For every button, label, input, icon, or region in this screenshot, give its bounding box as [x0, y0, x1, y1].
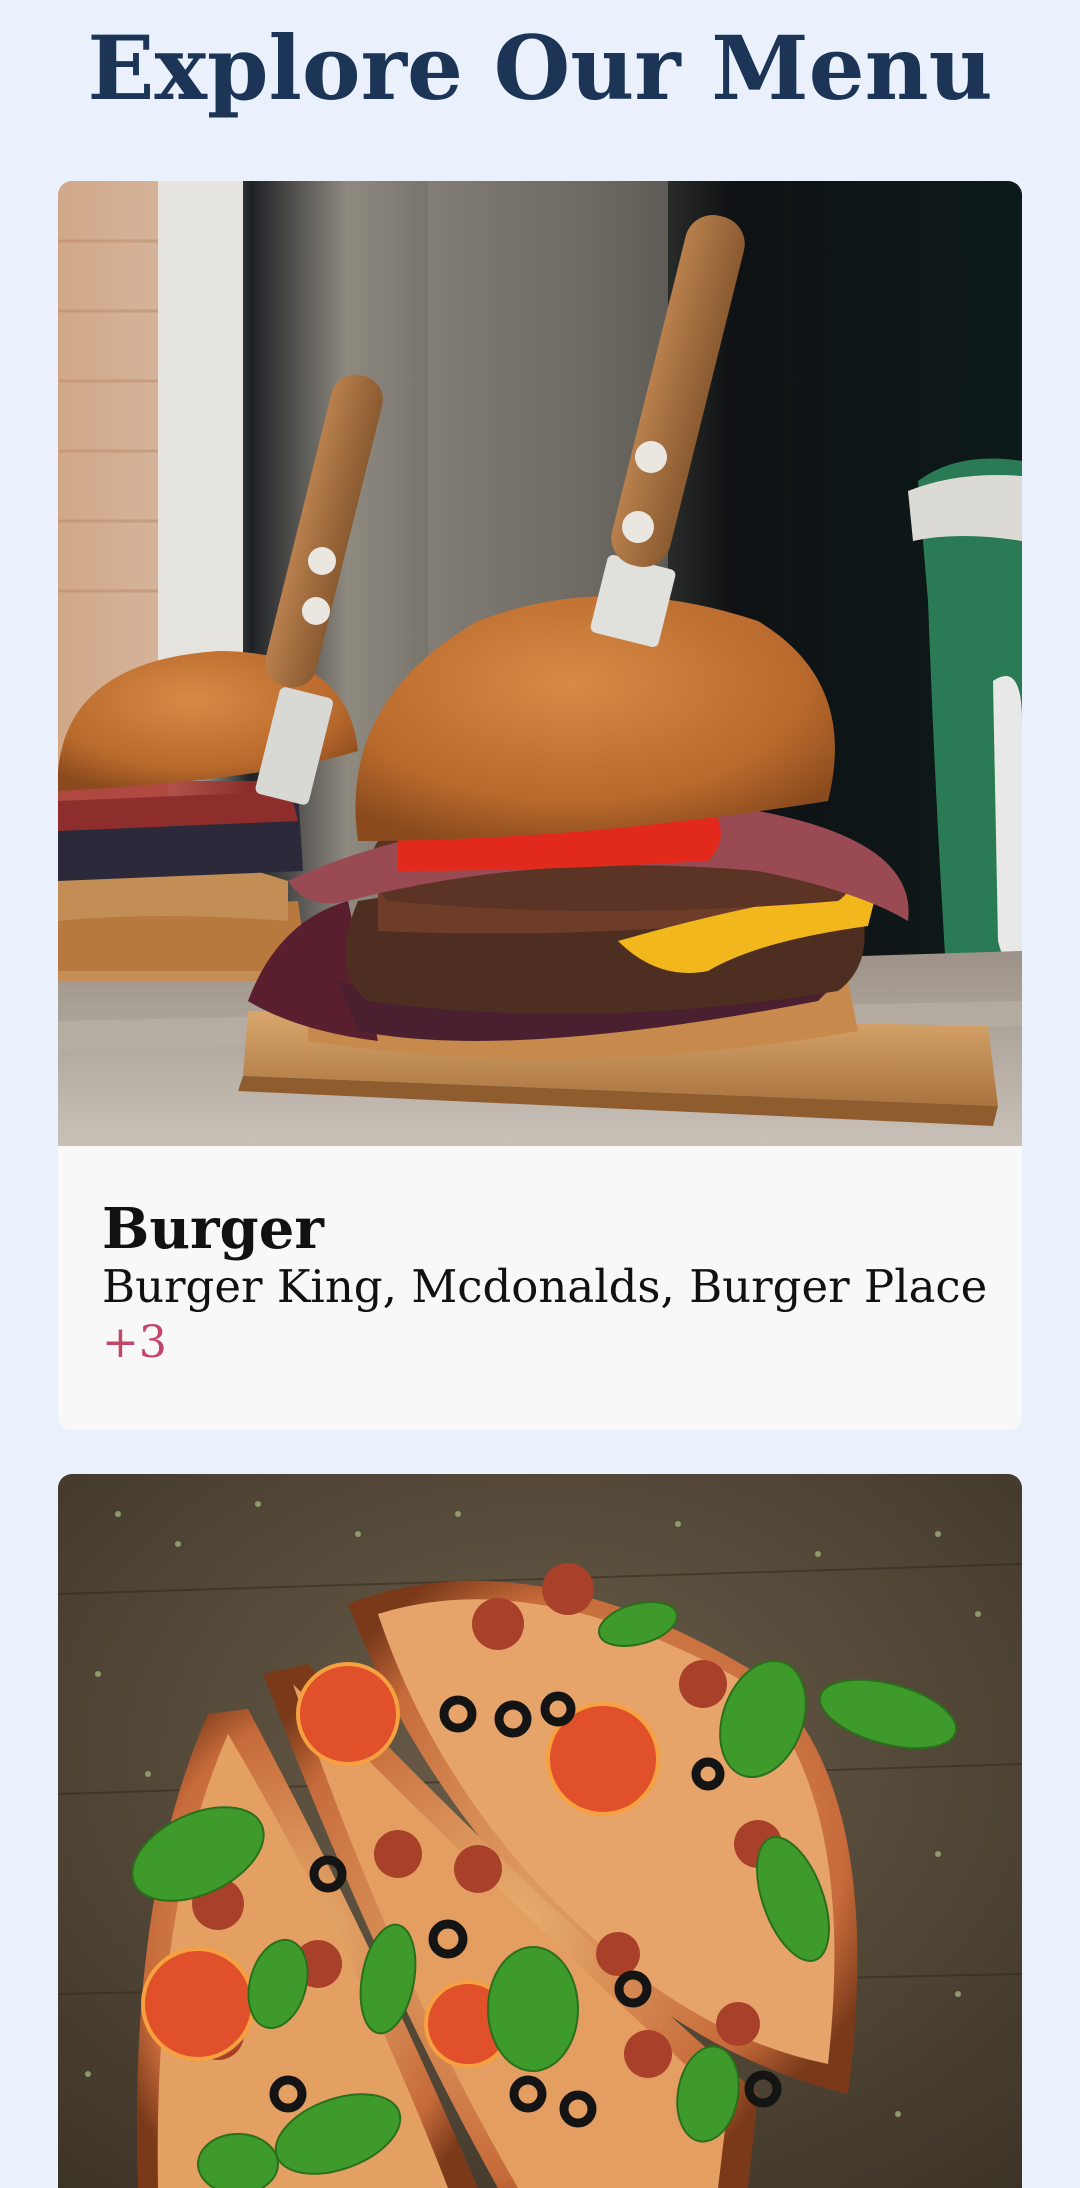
card-title: Burger [102, 1196, 324, 1262]
card-places: Burger King, Mcdonalds, Burger Place [102, 1260, 988, 1313]
menu-card-burger[interactable]: Burger Burger King, Mcdonalds, Burger Pl… [58, 181, 1022, 1430]
more-places-count[interactable]: +3 [102, 1314, 167, 1372]
burger-photo [58, 181, 1022, 1146]
pizza-photo [58, 1474, 1022, 2188]
menu-card-pizza[interactable] [58, 1474, 1022, 2188]
card-body: Burger Burger King, Mcdonalds, Burger Pl… [58, 1146, 1022, 1430]
page-title: Explore Our Menu [87, 16, 993, 120]
